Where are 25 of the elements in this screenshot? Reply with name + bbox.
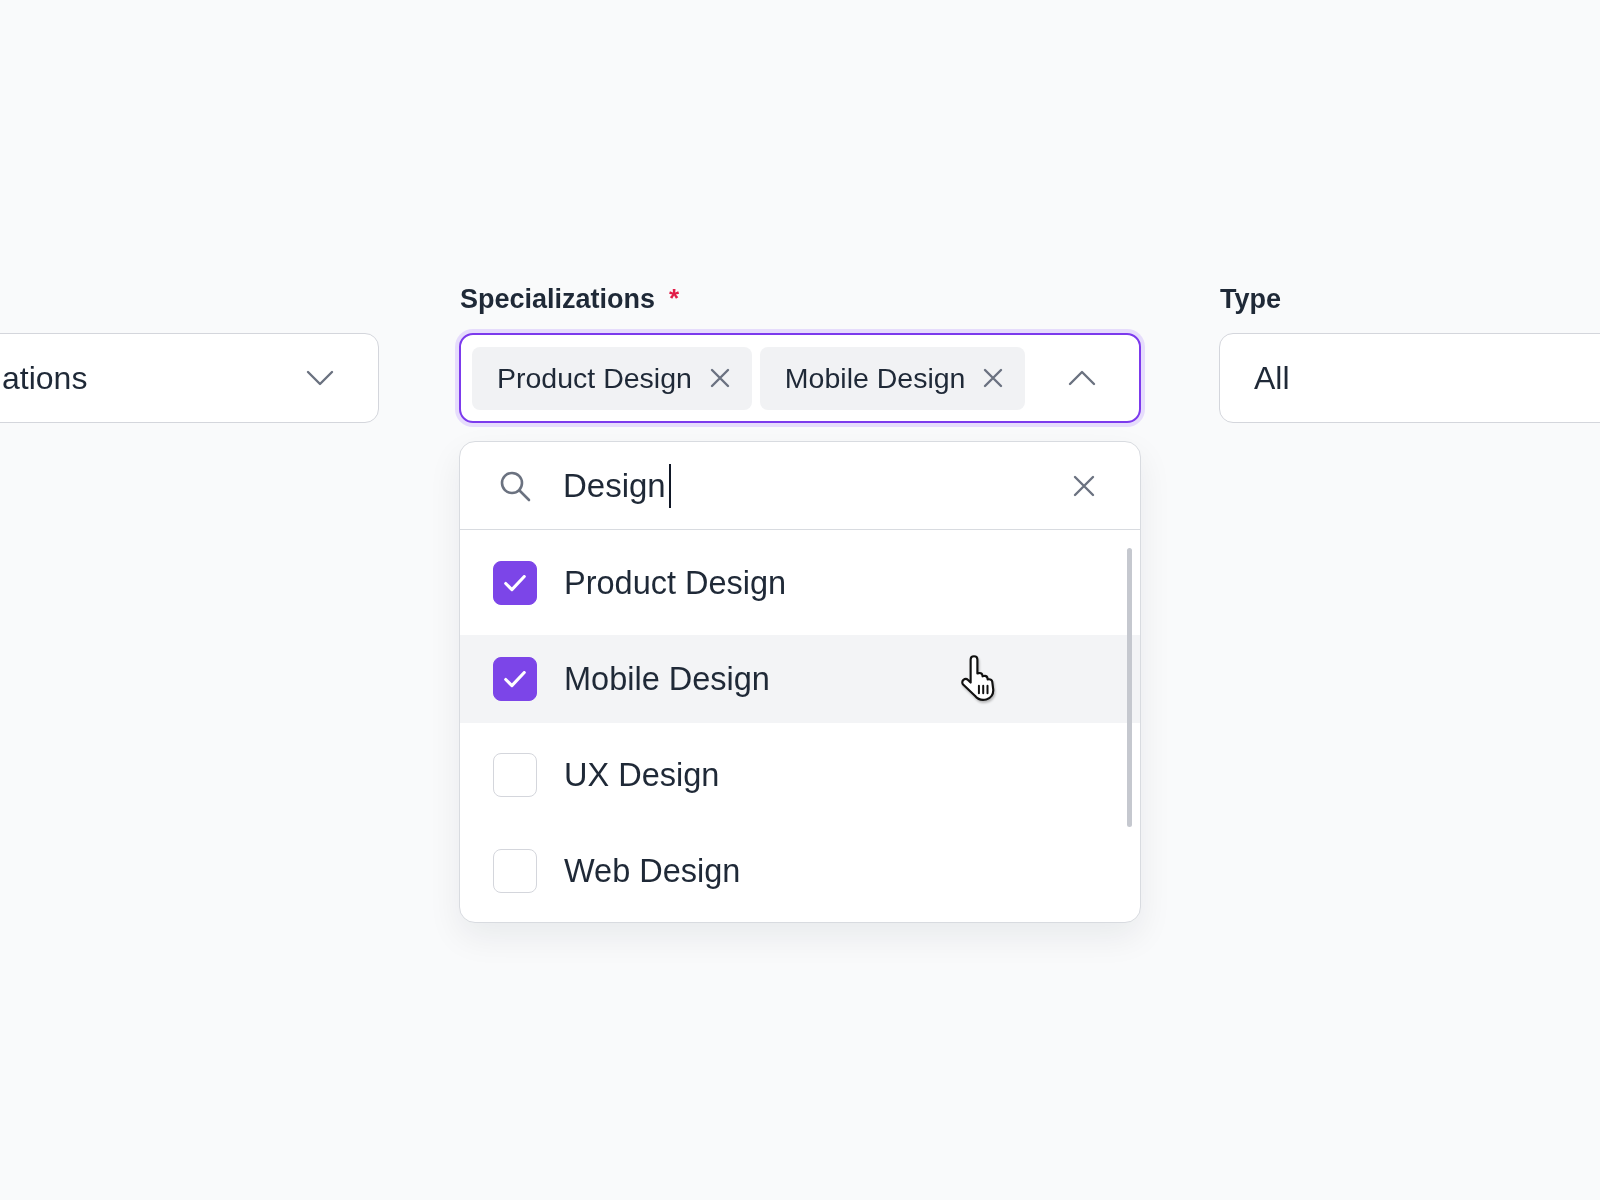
option-item[interactable]: Mobile Design [460, 635, 1140, 723]
field-label: Type [1219, 283, 1281, 315]
check-icon [504, 670, 526, 688]
required-mark: * [669, 283, 680, 314]
scrollbar-thumb[interactable] [1127, 548, 1132, 827]
remove-tag-button[interactable] [983, 368, 1004, 388]
select-field[interactable]: All [1219, 333, 1600, 423]
search-input[interactable]: Design [563, 460, 1041, 511]
option-item[interactable]: Web Design [460, 827, 1140, 915]
close-icon [1073, 474, 1095, 497]
field-label: Specializations [459, 283, 656, 315]
close-icon [709, 368, 730, 388]
chevron-up-icon[interactable] [1068, 370, 1096, 386]
remove-tag-button[interactable] [709, 368, 730, 388]
option-item[interactable]: Product Design [460, 539, 1140, 627]
tag-label: Mobile Design [784, 361, 966, 395]
select-field[interactable]: ations [0, 333, 379, 423]
close-icon [983, 368, 1004, 388]
checkbox[interactable] [493, 561, 537, 605]
clear-search-button[interactable] [1073, 474, 1095, 497]
checkbox[interactable] [493, 657, 537, 701]
option-item[interactable]: UX Design [460, 731, 1140, 819]
tag-label: Product Design [497, 361, 692, 395]
check-icon [504, 574, 526, 592]
search-icon [499, 469, 531, 502]
